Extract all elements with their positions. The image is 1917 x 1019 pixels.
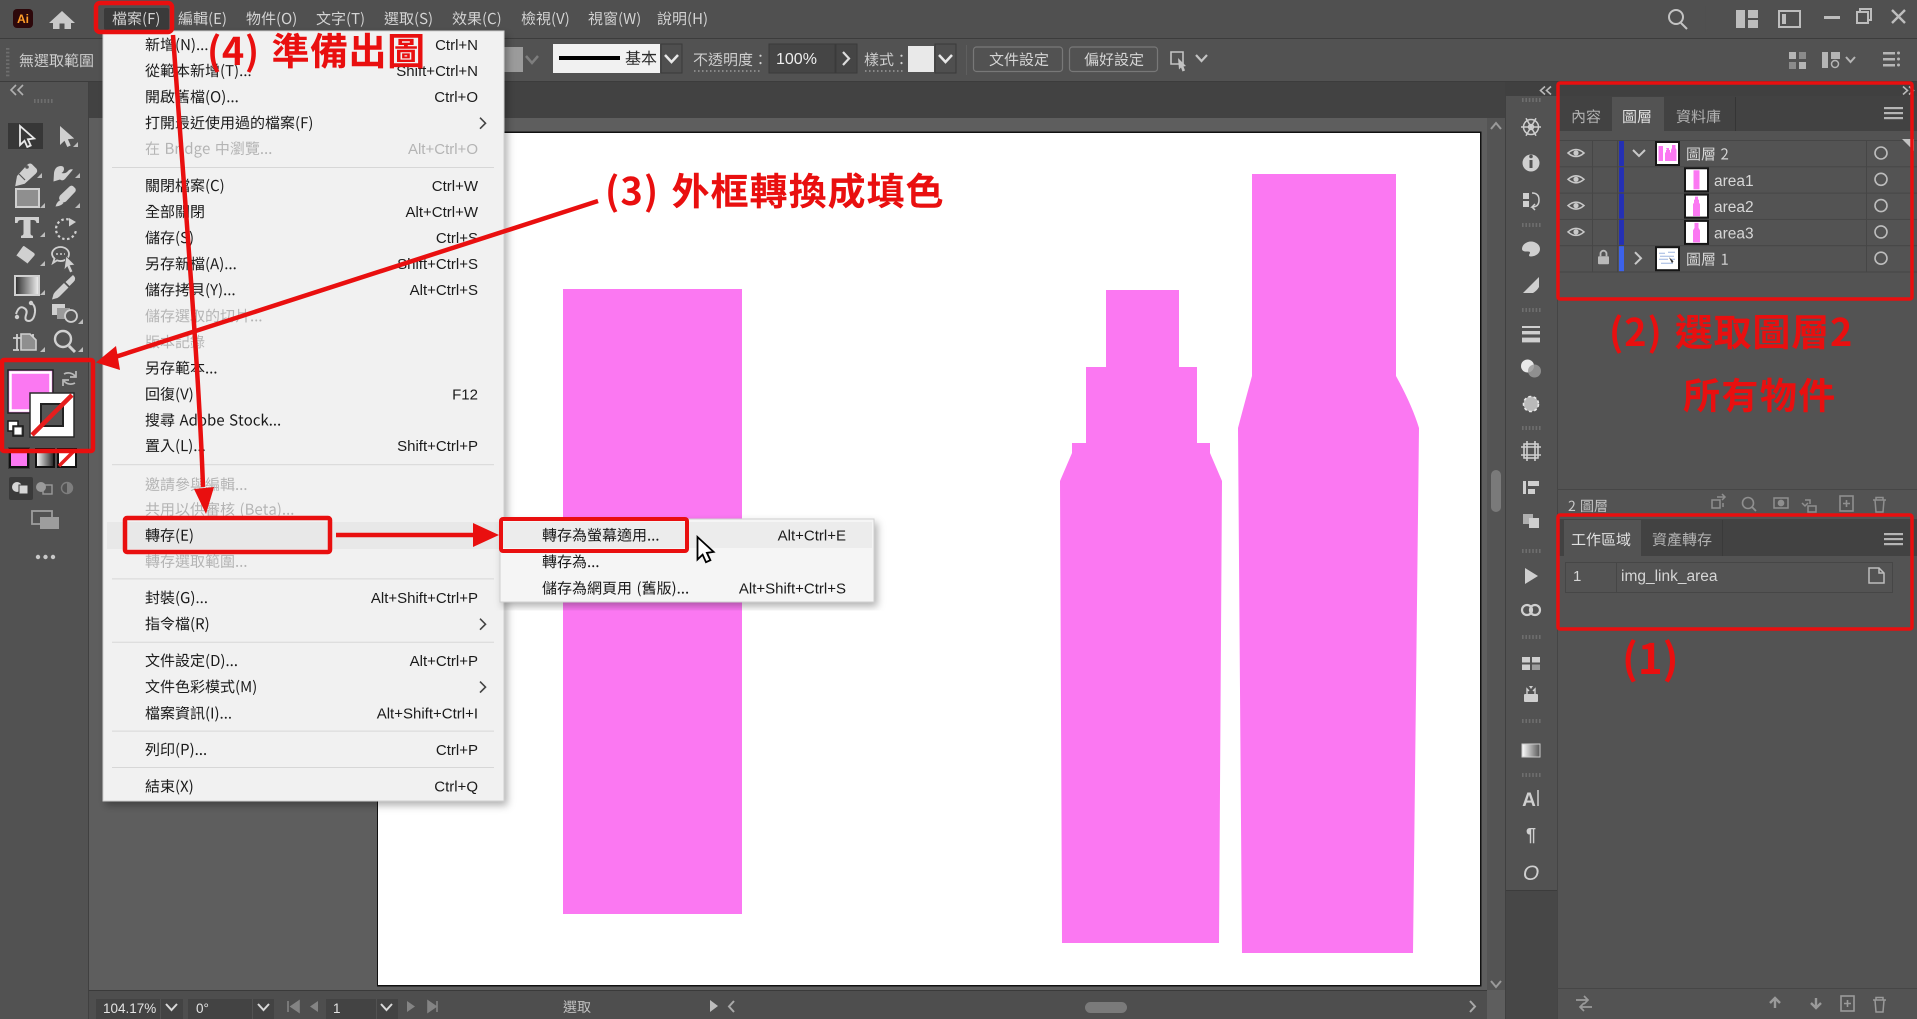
svg-text:Ctrl+N: Ctrl+N	[435, 37, 478, 54]
svg-text:Ctrl+O: Ctrl+O	[434, 89, 478, 106]
svg-text:F12: F12	[452, 387, 478, 404]
svg-text:Alt+Shift+Ctrl+I: Alt+Shift+Ctrl+I	[377, 706, 478, 723]
svg-text:104.17%: 104.17%	[103, 1001, 156, 1016]
svg-text:Alt+Ctrl+E: Alt+Ctrl+E	[778, 528, 846, 545]
svg-text:Ctrl+W: Ctrl+W	[432, 178, 479, 195]
svg-text:Alt+Ctrl+W: Alt+Ctrl+W	[405, 204, 478, 221]
svg-text:Alt+Shift+Ctrl+P: Alt+Shift+Ctrl+P	[371, 590, 478, 607]
svg-text:Alt+Ctrl+S: Alt+Ctrl+S	[410, 282, 478, 299]
svg-text:Shift+Ctrl+P: Shift+Ctrl+P	[397, 438, 478, 455]
svg-text:1: 1	[333, 1001, 341, 1016]
svg-text:100%: 100%	[776, 51, 817, 68]
svg-text:area2: area2	[1714, 199, 1754, 216]
svg-text:Ctrl+Q: Ctrl+Q	[434, 779, 478, 796]
svg-text:Alt+Shift+Ctrl+S: Alt+Shift+Ctrl+S	[739, 581, 846, 598]
svg-text:¶: ¶	[1526, 825, 1536, 845]
svg-text:Alt+Ctrl+O: Alt+Ctrl+O	[408, 141, 478, 158]
svg-text:A: A	[1522, 790, 1536, 811]
svg-text:Ai: Ai	[17, 12, 29, 26]
svg-text:O: O	[1523, 862, 1539, 885]
svg-text:Shift+Ctrl+S: Shift+Ctrl+S	[397, 256, 478, 273]
svg-text:Alt+Ctrl+P: Alt+Ctrl+P	[410, 653, 478, 670]
svg-text:1: 1	[1573, 568, 1581, 585]
svg-text:area1: area1	[1714, 173, 1754, 190]
svg-text:img_link_area: img_link_area	[1621, 568, 1718, 585]
svg-text:0°: 0°	[196, 1001, 209, 1016]
svg-text:Ctrl+P: Ctrl+P	[436, 742, 478, 759]
svg-text:area3: area3	[1714, 225, 1754, 242]
